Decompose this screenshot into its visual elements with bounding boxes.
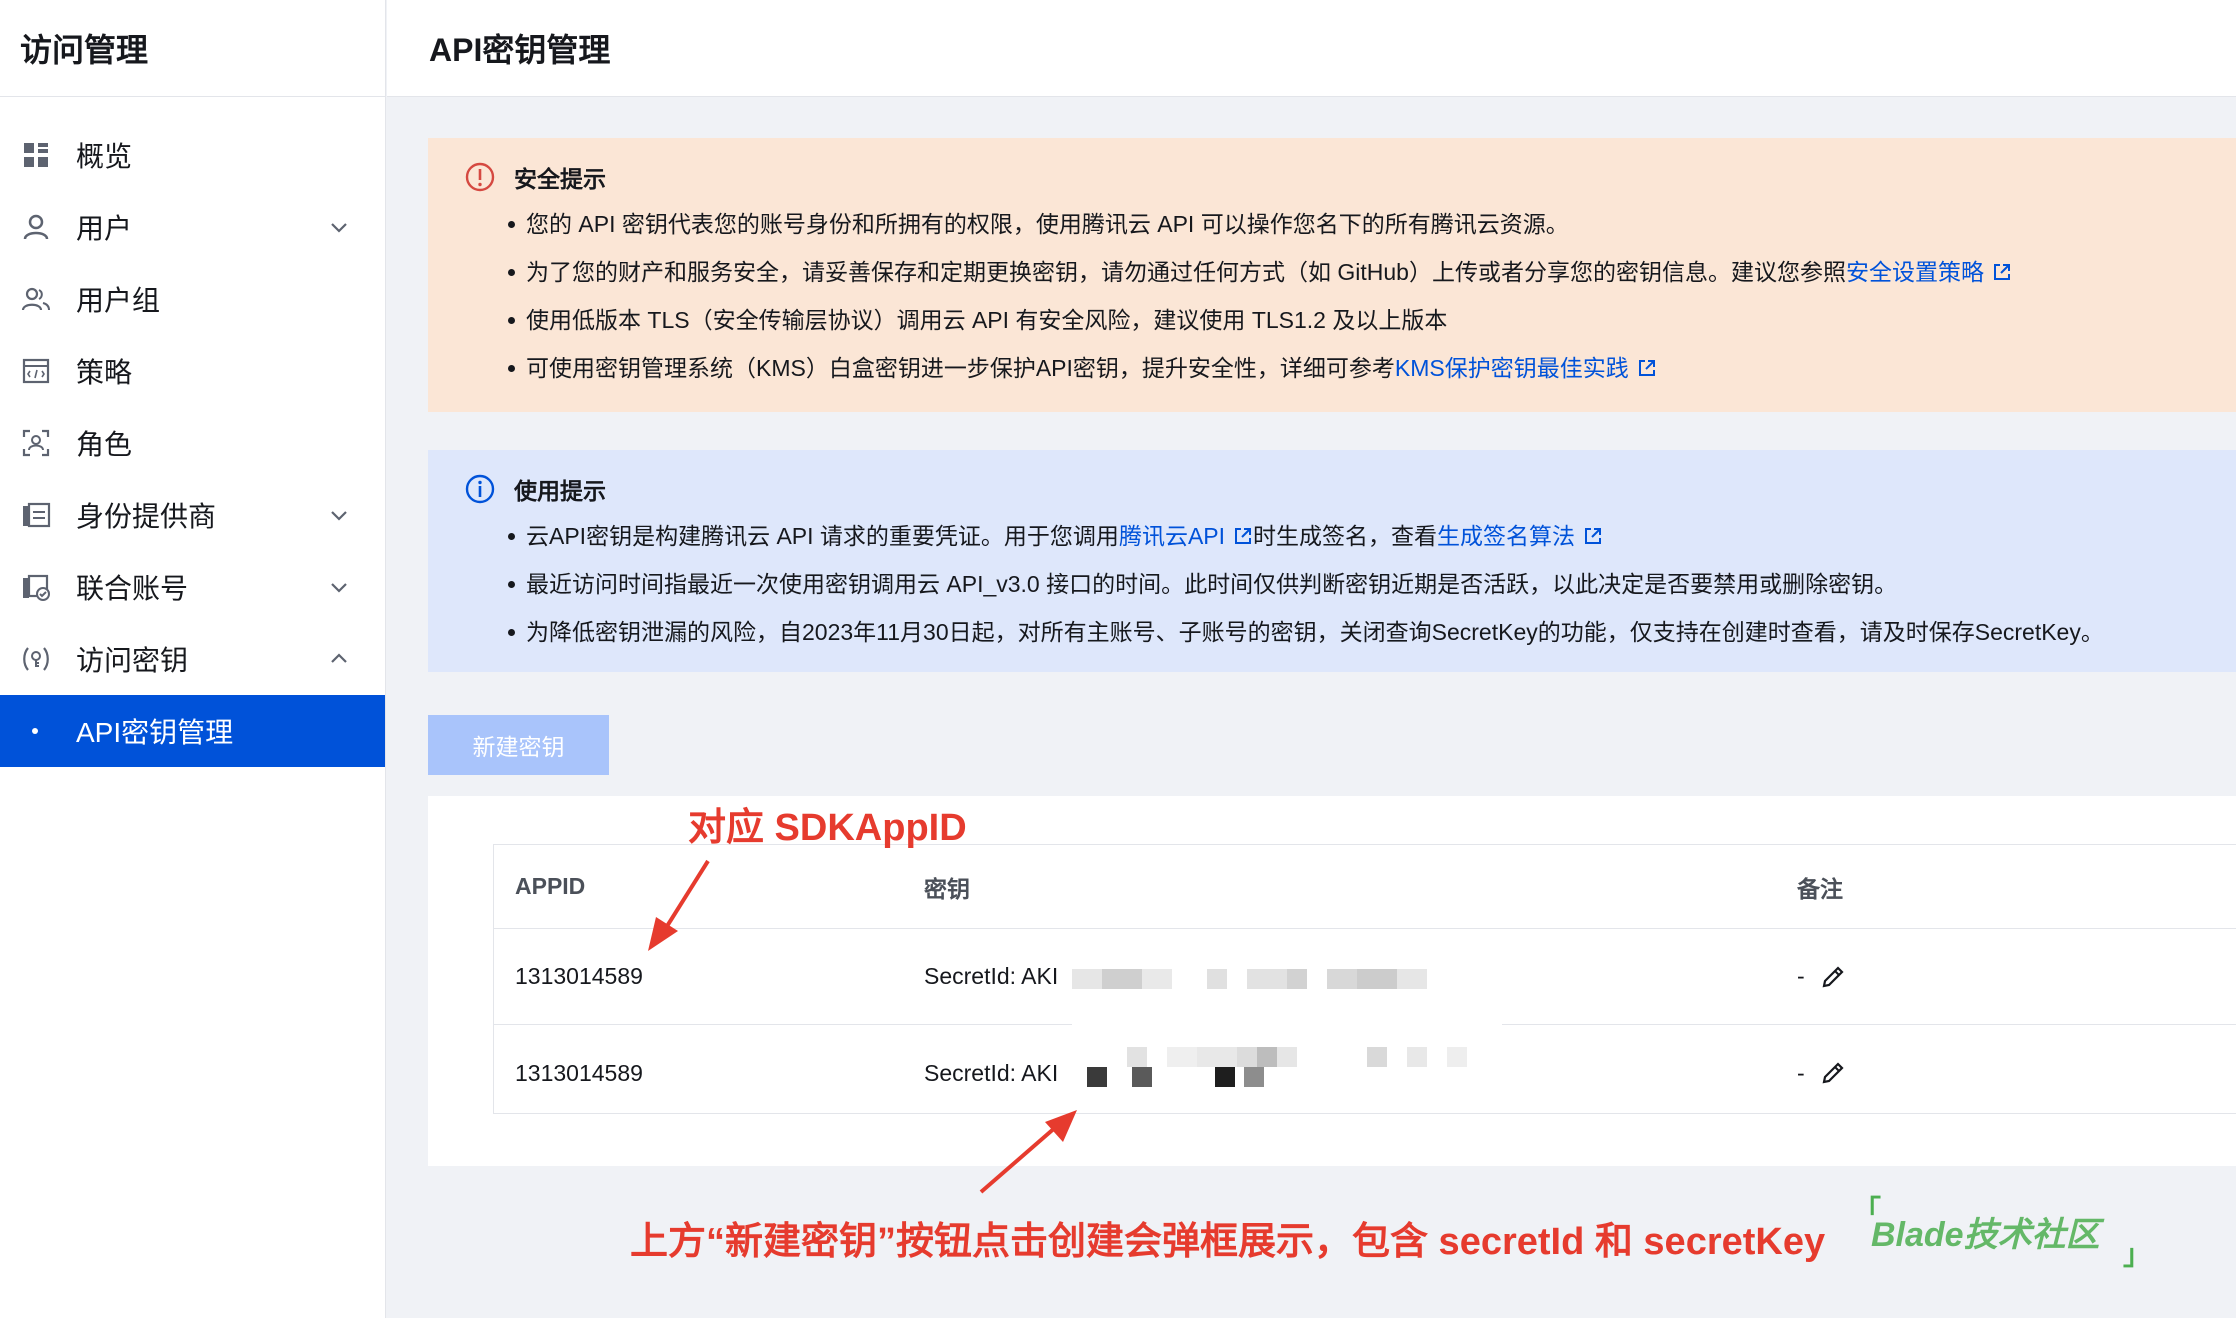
sidebar-item-label: 用户 bbox=[76, 213, 133, 244]
page-title: API密钥管理 bbox=[387, 0, 2236, 97]
note-cell: - bbox=[1797, 929, 1847, 1024]
sidebar-title: 访问管理 bbox=[0, 0, 385, 97]
secret-id-prefix: SecretId: AKI bbox=[924, 1059, 1059, 1086]
note-value: - bbox=[1797, 1059, 1805, 1086]
secret-id-prefix: SecretId: AKI bbox=[924, 963, 1059, 989]
list-item: 最近访问时间指最近一次使用密钥调用云 API_v3.0 接口的时间。此时间仅供判… bbox=[508, 560, 2236, 608]
security-policy-link[interactable]: 安全设置策略 bbox=[1846, 259, 1984, 285]
external-link-icon[interactable] bbox=[1992, 262, 2012, 282]
sidebar-item-users[interactable]: 用户 bbox=[0, 191, 385, 263]
usage-notice-list: 云API密钥是构建腾讯云 API 请求的重要凭证。用于您调用腾讯云API 时生成签… bbox=[464, 512, 2236, 656]
kms-best-practice-link[interactable]: KMS保护密钥最佳实践 bbox=[1395, 355, 1629, 381]
chevron-down-icon bbox=[331, 223, 347, 233]
usage-notice: 使用提示 云API密钥是构建腾讯云 API 请求的重要凭证。用于您调用腾讯云AP… bbox=[428, 450, 2236, 672]
sidebar-item-label: 联合账号 bbox=[76, 573, 189, 604]
watermark-bracket-right: 」 bbox=[2123, 1239, 2152, 1270]
note-value: - bbox=[1797, 963, 1805, 989]
role-icon bbox=[20, 427, 52, 459]
redaction-mosaic bbox=[1072, 960, 1502, 1100]
list-item: 为了您的财产和服务安全，请妥善保存和定期更换密钥，请勿通过任何方式（如 GitH… bbox=[508, 248, 2236, 296]
access-key-icon bbox=[20, 643, 52, 675]
federated-account-icon bbox=[20, 571, 52, 603]
security-notice-list: 您的 API 密钥代表您的账号身份和所拥有的权限，使用腾讯云 API 可以操作您… bbox=[464, 200, 2236, 392]
grid-icon bbox=[20, 139, 52, 171]
sidebar-item-label: 身份提供商 bbox=[76, 501, 217, 532]
sidebar-item-label: 用户组 bbox=[76, 285, 161, 316]
sidebar-item-label: 访问密钥 bbox=[76, 645, 189, 676]
annotation-create-dialog: 上方“新建密钥”按钮点击创建会弹框展示，包含 secretId 和 secret… bbox=[630, 1221, 1826, 1263]
watermark: 「 Blade技术社区 」 bbox=[1853, 1195, 2153, 1270]
tencent-cloud-api-link[interactable]: 腾讯云API bbox=[1119, 523, 1225, 549]
active-dot bbox=[32, 728, 38, 734]
list-item: 使用低版本 TLS（安全传输层协议）调用云 API 有安全风险，建议使用 TLS… bbox=[508, 296, 2236, 344]
table-header: APPID 密钥 备注 bbox=[494, 845, 2236, 929]
info-icon bbox=[465, 474, 495, 504]
sidebar-item-identity-providers[interactable]: 身份提供商 bbox=[0, 479, 385, 551]
list-item: 可使用密钥管理系统（KMS）白盒密钥进一步保护API密钥，提升安全性，详细可参考… bbox=[508, 344, 2236, 392]
sidebar-item-label: 策略 bbox=[76, 357, 133, 388]
sidebar-item-access-keys[interactable]: 访问密钥 bbox=[0, 623, 385, 695]
edit-icon[interactable] bbox=[1819, 963, 1847, 991]
column-header-key: 密钥 bbox=[924, 875, 970, 902]
sidebar-item-roles[interactable]: 角色 bbox=[0, 407, 385, 479]
user-group-icon bbox=[20, 283, 52, 315]
main-content: API密钥管理 安全提示 您的 API 密钥代表您的账号身份和所拥有的权限，使用… bbox=[387, 0, 2236, 1318]
chevron-up-icon bbox=[331, 653, 347, 663]
appid-cell: 1313014589 bbox=[515, 963, 643, 989]
sidebar-item-policies[interactable]: 策略 bbox=[0, 335, 385, 407]
chevron-down-icon bbox=[331, 583, 347, 593]
warning-icon bbox=[465, 162, 495, 192]
annotation-sdkappid: 对应 SDKAppID bbox=[688, 807, 967, 849]
signature-algorithm-link[interactable]: 生成签名算法 bbox=[1437, 523, 1575, 549]
list-item: 您的 API 密钥代表您的账号身份和所拥有的权限，使用腾讯云 API 可以操作您… bbox=[508, 200, 2236, 248]
policy-icon bbox=[20, 355, 52, 387]
list-item: 云API密钥是构建腾讯云 API 请求的重要凭证。用于您调用腾讯云API 时生成签… bbox=[508, 512, 2236, 560]
identity-provider-icon bbox=[20, 499, 52, 531]
appid-cell: 1313014589 bbox=[515, 1059, 643, 1086]
create-key-button[interactable]: 新建密钥 bbox=[428, 715, 609, 775]
sidebar-nav: 概览 用户 用户组 策略 角色 身份提供商 联合账号 访问密钥 API密钥管理 bbox=[0, 97, 385, 767]
external-link-icon[interactable] bbox=[1637, 358, 1657, 378]
annotation-arrow-icon bbox=[979, 1110, 1077, 1194]
sidebar-item-label: 概览 bbox=[76, 141, 133, 172]
list-item: 为降低密钥泄漏的风险，自2023年11月30日起，对所有主账号、子账号的密钥，关… bbox=[508, 608, 2236, 656]
column-header-appid: APPID bbox=[515, 873, 586, 899]
sidebar-item-overview[interactable]: 概览 bbox=[0, 119, 385, 191]
sidebar-item-api-key-management[interactable]: API密钥管理 bbox=[0, 695, 385, 767]
sidebar-item-label: API密钥管理 bbox=[76, 717, 234, 748]
sidebar: 访问管理 概览 用户 用户组 策略 角色 身份提供商 联合账号 访问密钥 API… bbox=[0, 0, 386, 1318]
watermark-text: Blade技术社区 bbox=[1871, 1216, 2100, 1254]
notice-title: 使用提示 bbox=[514, 478, 606, 504]
sidebar-item-user-groups[interactable]: 用户组 bbox=[0, 263, 385, 335]
sidebar-item-label: 角色 bbox=[76, 429, 133, 460]
edit-icon[interactable] bbox=[1819, 1059, 1847, 1087]
notice-title: 安全提示 bbox=[514, 166, 606, 192]
note-cell: - bbox=[1797, 1025, 1847, 1121]
column-header-note: 备注 bbox=[1797, 875, 1843, 902]
sidebar-item-federated-accounts[interactable]: 联合账号 bbox=[0, 551, 385, 623]
chevron-down-icon bbox=[331, 511, 347, 521]
annotation-arrow-icon bbox=[648, 859, 710, 951]
external-link-icon[interactable] bbox=[1583, 526, 1603, 546]
user-icon bbox=[20, 211, 52, 243]
external-link-icon[interactable] bbox=[1233, 526, 1253, 546]
security-notice: 安全提示 您的 API 密钥代表您的账号身份和所拥有的权限，使用腾讯云 API … bbox=[428, 138, 2236, 412]
